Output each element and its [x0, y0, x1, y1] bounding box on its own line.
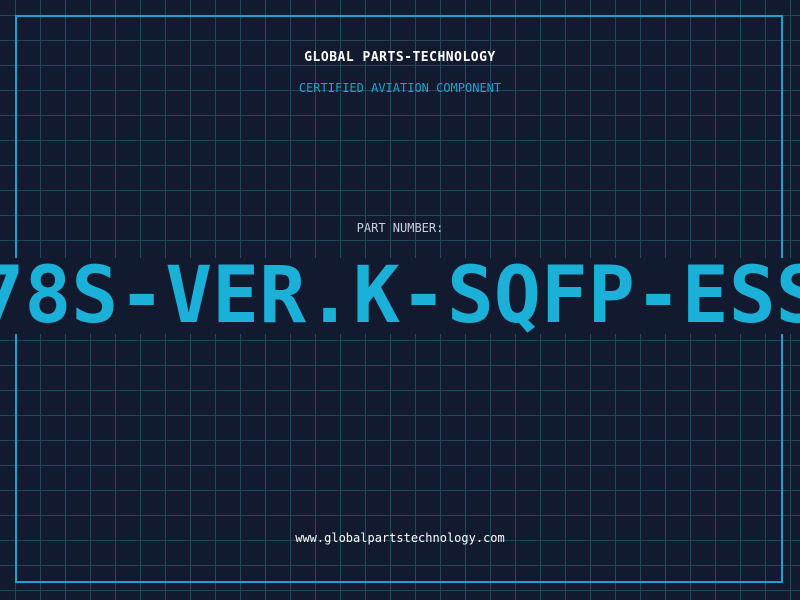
certification-subtitle: CERTIFIED AVIATION COMPONENT — [298, 81, 502, 95]
part-number-value: 78S-VER.K-SQFP-ESS — [0, 258, 800, 334]
website-url[interactable]: www.globalpartstechnology.com — [0, 531, 800, 545]
brand-title: GLOBAL PARTS-TECHNOLOGY — [304, 50, 496, 65]
part-number-label: PART NUMBER: — [356, 221, 444, 235]
label-canvas: GLOBAL PARTS-TECHNOLOGY CERTIFIED AVIATI… — [0, 0, 800, 600]
part-number-band: 78S-VER.K-SQFP-ESS — [0, 258, 800, 334]
